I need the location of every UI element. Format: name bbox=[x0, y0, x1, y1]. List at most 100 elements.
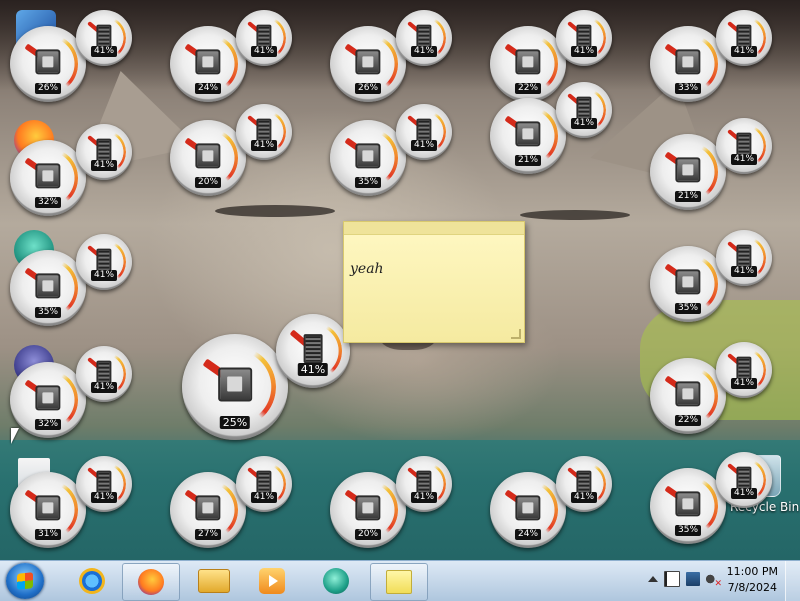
resize-grip-icon[interactable] bbox=[511, 329, 521, 339]
cpu-chip-icon bbox=[675, 157, 701, 183]
cpu-dial: 32% bbox=[10, 140, 86, 216]
cpu-meter-gadget[interactable]: 21% 41% bbox=[650, 118, 774, 214]
cpu-dial: 20% bbox=[170, 120, 246, 196]
cpu-meter-gadget[interactable]: 33% 41% bbox=[650, 10, 774, 106]
cpu-meter-gadget[interactable]: 26% 41% bbox=[10, 10, 134, 106]
windows-explorer-icon bbox=[198, 569, 230, 593]
cpu-dial: 21% bbox=[490, 98, 566, 174]
memory-chip-icon bbox=[96, 248, 112, 272]
cpu-dial: 35% bbox=[650, 246, 726, 322]
start-button[interactable] bbox=[6, 563, 44, 599]
taskbar-media-player[interactable] bbox=[244, 563, 300, 599]
memory-chip-icon bbox=[576, 24, 592, 48]
memory-dial: 41% bbox=[716, 452, 772, 508]
memory-percent: 41% bbox=[410, 46, 438, 58]
clock[interactable]: 11:00 PM 7/8/2024 bbox=[727, 564, 778, 596]
wallpaper-cat-eye-right bbox=[520, 210, 630, 220]
system-tray bbox=[648, 571, 722, 589]
clock-time: 11:00 PM bbox=[726, 565, 778, 578]
memory-dial: 41% bbox=[236, 456, 292, 512]
cpu-meter-gadget[interactable]: 24% 41% bbox=[170, 10, 294, 106]
taskbar-firefox[interactable] bbox=[122, 563, 180, 601]
cpu-chip-icon bbox=[515, 495, 541, 521]
memory-dial: 41% bbox=[76, 456, 132, 512]
memory-percent: 41% bbox=[730, 488, 758, 500]
cpu-meter-gadget[interactable]: 32% 41% bbox=[10, 124, 134, 220]
cpu-percent: 20% bbox=[354, 529, 382, 541]
cpu-meter-gadget[interactable]: 24% 41% bbox=[490, 456, 614, 552]
memory-dial: 41% bbox=[716, 10, 772, 66]
memory-dial: 41% bbox=[76, 234, 132, 290]
cpu-meter-gadget[interactable]: 35% 41% bbox=[10, 234, 134, 330]
memory-dial: 41% bbox=[276, 314, 350, 388]
cpu-meter-gadget[interactable]: 27% 41% bbox=[170, 456, 294, 552]
memory-percent: 41% bbox=[570, 118, 598, 130]
cpu-chip-icon bbox=[35, 385, 61, 411]
network-icon[interactable] bbox=[686, 572, 700, 586]
cpu-percent: 32% bbox=[34, 419, 62, 431]
cpu-meter-gadget[interactable]: 21% 41% bbox=[490, 82, 614, 178]
memory-chip-icon bbox=[736, 244, 752, 268]
cpu-percent: 35% bbox=[674, 303, 702, 315]
cpu-chip-icon bbox=[675, 49, 701, 75]
cpu-chip-icon bbox=[195, 143, 221, 169]
taskbar-windows-explorer[interactable] bbox=[186, 563, 242, 599]
sticky-note-text[interactable]: yeah bbox=[344, 235, 524, 277]
memory-percent: 41% bbox=[730, 46, 758, 58]
memory-percent: 41% bbox=[570, 492, 598, 504]
memory-percent: 41% bbox=[90, 270, 118, 282]
mouse-pointer-icon bbox=[11, 428, 19, 444]
memory-percent: 41% bbox=[90, 382, 118, 394]
action-center-flag-icon[interactable] bbox=[664, 571, 680, 587]
cpu-percent: 35% bbox=[34, 307, 62, 319]
cpu-dial: 25% bbox=[182, 334, 288, 440]
show-hidden-icons-icon[interactable] bbox=[648, 576, 658, 582]
clock-date: 7/8/2024 bbox=[727, 581, 778, 594]
memory-dial: 41% bbox=[716, 118, 772, 174]
memory-percent: 41% bbox=[730, 378, 758, 390]
cpu-meter-gadget[interactable]: 32% 41% bbox=[10, 346, 134, 442]
cpu-percent: 26% bbox=[354, 83, 382, 95]
cpu-dial: 35% bbox=[650, 468, 726, 544]
cpu-chip-icon bbox=[35, 49, 61, 75]
cpu-percent: 21% bbox=[514, 155, 542, 167]
cpu-percent: 32% bbox=[34, 197, 62, 209]
cpu-chip-icon bbox=[195, 495, 221, 521]
taskbar-media-center[interactable] bbox=[308, 563, 364, 599]
cpu-dial: 32% bbox=[10, 362, 86, 438]
cpu-meter-gadget[interactable]: 35% 41% bbox=[650, 230, 774, 326]
cpu-meter-gadget[interactable]: 31% 41% bbox=[10, 456, 134, 552]
cpu-chip-icon bbox=[218, 367, 252, 402]
memory-percent: 41% bbox=[250, 140, 278, 152]
show-desktop-button[interactable] bbox=[785, 561, 800, 601]
sticky-note[interactable]: yeah bbox=[343, 221, 525, 343]
memory-percent: 41% bbox=[90, 46, 118, 58]
cpu-dial: 35% bbox=[10, 250, 86, 326]
desktop[interactable]: Recycle Bin 26% 41% 24% 41% 26% 41% 22% … bbox=[0, 0, 800, 560]
cpu-percent: 21% bbox=[674, 191, 702, 203]
cpu-chip-icon bbox=[675, 381, 701, 407]
cpu-meter-gadget[interactable]: 20% 41% bbox=[170, 104, 294, 200]
cpu-chip-icon bbox=[355, 495, 381, 521]
cpu-chip-icon bbox=[35, 273, 61, 299]
cpu-meter-gadget[interactable]: 26% 41% bbox=[330, 10, 454, 106]
cpu-percent: 35% bbox=[354, 177, 382, 189]
sticky-note-titlebar[interactable] bbox=[344, 222, 524, 235]
memory-dial: 41% bbox=[76, 10, 132, 66]
cpu-meter-gadget[interactable]: 20% 41% bbox=[330, 456, 454, 552]
memory-percent: 41% bbox=[410, 140, 438, 152]
cpu-meter-gadget[interactable]: 35% 41% bbox=[330, 104, 454, 200]
memory-dial: 41% bbox=[76, 346, 132, 402]
cpu-meter-gadget-large[interactable]: 25% 41% bbox=[182, 314, 352, 440]
cpu-meter-gadget[interactable]: 35% 41% bbox=[650, 452, 774, 548]
cpu-dial: 21% bbox=[650, 134, 726, 210]
volume-muted-icon[interactable] bbox=[706, 572, 722, 589]
memory-percent: 41% bbox=[570, 46, 598, 58]
cpu-meter-gadget[interactable]: 22% 41% bbox=[650, 342, 774, 438]
taskbar-internet-explorer[interactable] bbox=[64, 563, 120, 599]
cpu-percent: 35% bbox=[674, 525, 702, 537]
memory-chip-icon bbox=[736, 356, 752, 380]
taskbar-sticky-notes[interactable] bbox=[370, 563, 428, 601]
cpu-percent: 22% bbox=[674, 415, 702, 427]
cpu-percent: 31% bbox=[34, 529, 62, 541]
